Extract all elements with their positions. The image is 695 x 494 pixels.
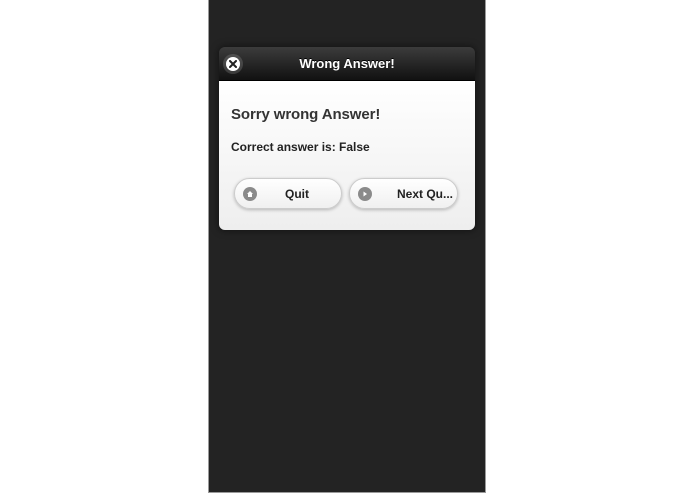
wrong-answer-dialog: Wrong Answer! Sorry wrong Answer! Correc… — [219, 47, 475, 230]
dialog-header: Wrong Answer! — [219, 47, 475, 81]
next-question-button-label: Next Qu... — [397, 187, 454, 201]
dialog-title: Wrong Answer! — [299, 56, 395, 71]
arrow-right-icon — [358, 187, 372, 201]
dialog-body: Sorry wrong Answer! Correct answer is: F… — [219, 81, 475, 230]
correct-answer-text: Correct answer is: False — [231, 140, 370, 154]
dialog-heading: Sorry wrong Answer! — [231, 106, 381, 123]
home-icon — [243, 187, 257, 201]
next-question-button[interactable]: Next Qu... — [349, 178, 458, 209]
quit-button[interactable]: Quit — [234, 178, 342, 209]
quit-button-label: Quit — [285, 187, 309, 201]
